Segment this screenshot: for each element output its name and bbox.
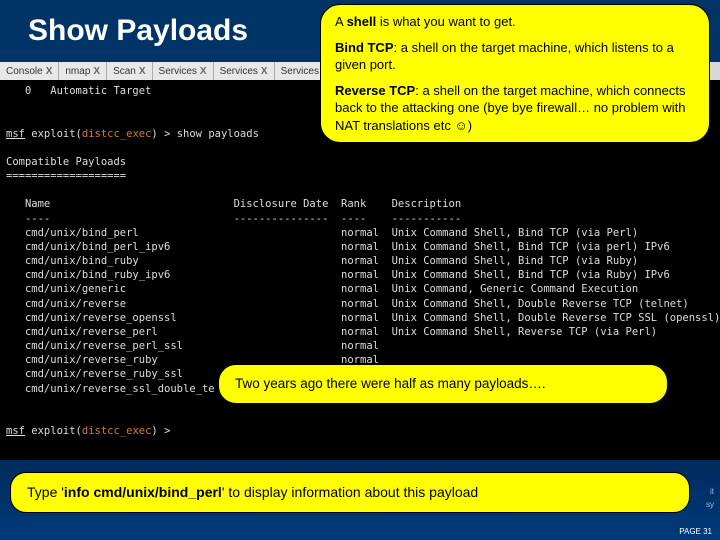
- tab-console[interactable]: ConsoleX: [0, 62, 59, 80]
- page-title: Show Payloads: [28, 14, 248, 48]
- close-icon[interactable]: X: [93, 66, 100, 77]
- callout-definitions: A shell is what you want to get. Bind TC…: [320, 4, 710, 143]
- side-links: it sy: [706, 486, 714, 512]
- close-icon[interactable]: X: [46, 66, 53, 77]
- close-icon[interactable]: X: [261, 66, 268, 77]
- close-icon[interactable]: X: [139, 66, 146, 77]
- tab-services-2[interactable]: ServicesX: [214, 62, 275, 80]
- tab-services-1[interactable]: ServicesX: [153, 62, 214, 80]
- callout-history: Two years ago there were half as many pa…: [218, 364, 668, 404]
- page-number: PAGE 31: [679, 527, 712, 536]
- tab-nmap[interactable]: nmapX: [59, 62, 107, 80]
- close-icon[interactable]: X: [200, 66, 207, 77]
- callout-hint: Type 'info cmd/unix/bind_perl' to displa…: [10, 472, 690, 513]
- tab-scan[interactable]: ScanX: [107, 62, 152, 80]
